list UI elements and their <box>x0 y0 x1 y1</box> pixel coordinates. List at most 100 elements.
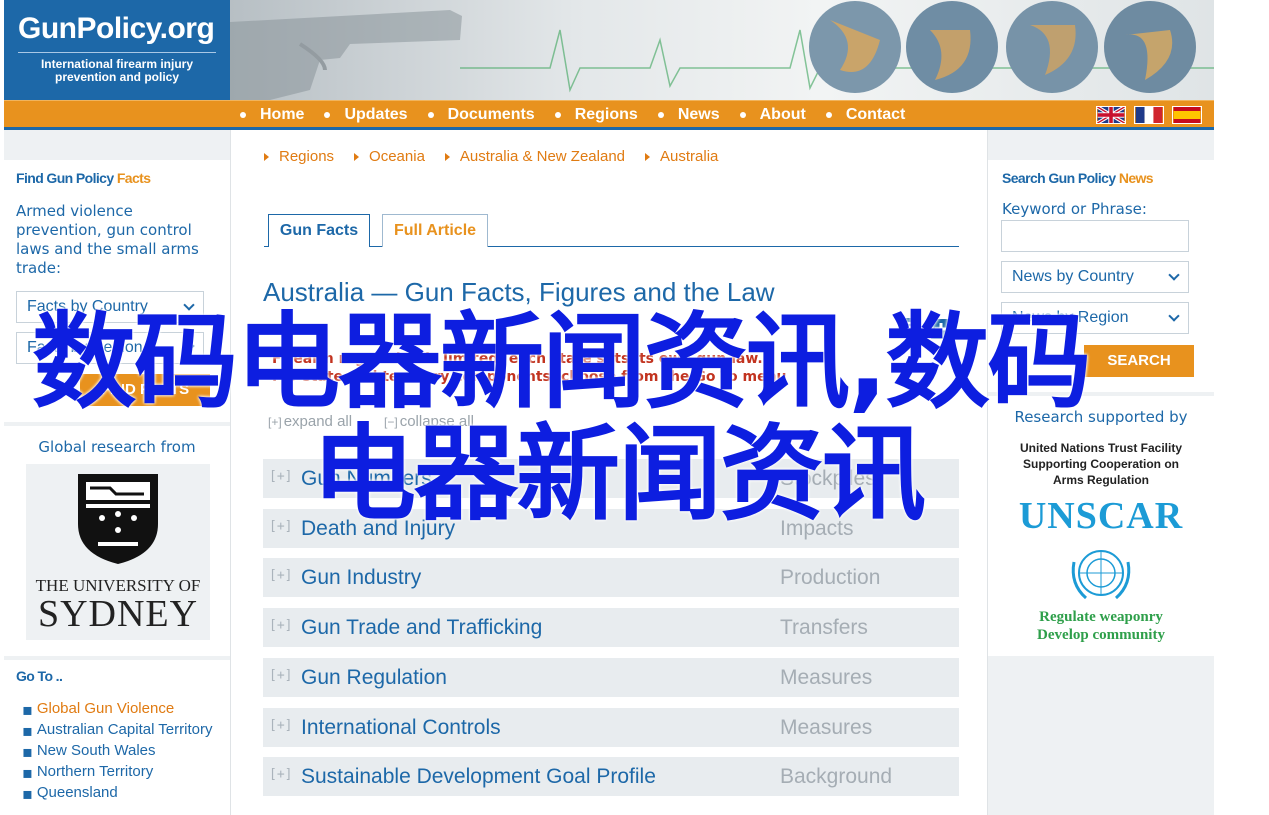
goto-item-label: Queensland <box>36 784 118 801</box>
goto-item-label: New South Wales <box>36 742 156 759</box>
globe-icons <box>809 1 1196 93</box>
uk-flag-icon[interactable] <box>1096 106 1126 124</box>
expand-icon: [+] <box>269 469 293 484</box>
un-line1: United Nations Trust Facility <box>1019 441 1183 455</box>
bullet-icon: ▪ <box>22 784 33 803</box>
caret-right-icon <box>645 152 651 161</box>
header-banner <box>230 0 1214 100</box>
unscar-tag2: Develop community <box>1037 627 1165 643</box>
goto-list: ▪ Global Gun Violence ▪ Australian Capital… <box>22 700 218 805</box>
nav-news[interactable]: News <box>657 106 720 124</box>
nav-bullet-icon <box>825 111 832 118</box>
news-by-country-value: News by Country <box>1012 268 1134 285</box>
nav-documents[interactable]: Documents <box>427 105 535 124</box>
nav-bullet-icon <box>554 111 561 118</box>
goto-item[interactable]: ▪ Global Gun Violence <box>22 700 218 719</box>
search-news-title-accent: News <box>1118 170 1154 186</box>
tab-full-article[interactable]: Full Article <box>382 214 488 247</box>
unscar-tagline: Regulate weaponry Develop community <box>988 608 1214 644</box>
section-category: Background <box>780 765 893 788</box>
pistol-icon <box>230 10 462 100</box>
nav-home[interactable]: Home <box>240 106 304 124</box>
breadcrumb-item[interactable]: Australia & New Zealand <box>444 148 626 165</box>
goto-item[interactable]: ▪ Australian Capital Territory <box>22 721 218 740</box>
content-tabs: Gun Facts Full Article <box>264 214 959 247</box>
expand-icon: [+] <box>269 618 293 633</box>
breadcrumb-label: Australia <box>660 148 719 165</box>
goto-item[interactable]: ▪ New South Wales <box>22 742 218 761</box>
breadcrumb-item[interactable]: Australia <box>645 148 718 165</box>
expand-icon: [+] <box>269 767 293 782</box>
breadcrumb-label: Australia & New Zealand <box>459 148 626 165</box>
global-research-label: Global research from <box>38 438 196 456</box>
nav-updates-label: Updates <box>344 105 408 123</box>
keyword-label: Keyword or Phrase: <box>1002 200 1147 218</box>
search-button[interactable]: SEARCH <box>1084 345 1194 377</box>
section-label: Gun Industry <box>301 566 422 589</box>
nav-regions-label: Regions <box>574 105 638 123</box>
unscar-logo-text[interactable]: UNSCAR <box>988 494 1214 538</box>
expand-icon: [+] <box>269 568 293 583</box>
section-label: International Controls <box>301 716 501 739</box>
nav-documents-label: Documents <box>447 105 535 123</box>
expand-icon: [+] <box>269 718 293 733</box>
tab-gun-facts[interactable]: Gun Facts <box>268 214 370 247</box>
section-label: Sustainable Development Goal Profile <box>301 765 656 788</box>
nav-items: Home Updates Documents Regions News Abou… <box>240 101 925 128</box>
university-logo[interactable]: THE UNIVERSITY OF SYDNEY <box>26 464 210 640</box>
caret-right-icon <box>444 152 450 161</box>
nav-bullet-icon <box>240 111 246 118</box>
breadcrumb-item[interactable]: Regions <box>264 148 334 165</box>
site-logo[interactable]: GunPolicy.org International firearm inju… <box>4 0 230 100</box>
university-panel: Global research from THE UNIVERSITY OF S… <box>4 426 230 656</box>
section-category: Production <box>780 566 881 589</box>
banner-illustration <box>230 1 1214 100</box>
un-trust-facility-text: United Nations Trust Facility Supporting… <box>988 440 1214 488</box>
section-row[interactable]: [+] Gun Regulation Measures <box>263 658 959 698</box>
watermark-line1: 数码电器新闻资讯,数码 <box>32 301 1092 423</box>
nav-contact-label: Contact <box>845 105 906 123</box>
un-line2: Supporting Cooperation on <box>1023 457 1179 471</box>
find-facts-title: Find Gun Policy Facts <box>16 170 151 186</box>
chevron-down-icon <box>1168 310 1180 322</box>
nav-bullet-icon <box>427 111 434 118</box>
watermark-line2: 电器新闻资讯 <box>312 413 926 535</box>
breadcrumb-item[interactable]: Oceania <box>354 148 425 165</box>
nav-bullet-icon <box>324 111 331 118</box>
nav-home-label: Home <box>260 105 305 123</box>
section-row[interactable]: [+] Gun Trade and Trafficking Transfers <box>263 608 959 648</box>
find-facts-description: Armed violence prevention, gun control l… <box>16 202 199 277</box>
nav-bullet-icon <box>657 111 664 118</box>
search-news-title: Search Gun Policy News <box>1002 170 1154 186</box>
goto-title: Go To .. <box>16 668 63 684</box>
section-row[interactable]: [+] Gun Industry Production <box>263 558 959 598</box>
bullet-icon: ▪ <box>22 763 33 782</box>
search-news-title-main: Search Gun Policy <box>1002 170 1119 186</box>
main-nav: Home Updates Documents Regions News Abou… <box>4 100 1214 130</box>
nav-about-label: About <box>759 105 806 123</box>
goto-item[interactable]: ▪ Northern Territory <box>22 763 218 782</box>
spain-flag-icon[interactable] <box>1172 106 1202 124</box>
section-row[interactable]: [+] International Controls Measures <box>263 708 959 748</box>
section-row[interactable]: [+] Sustainable Development Goal Profile B… <box>263 757 959 797</box>
section-label: Gun Trade and Trafficking <box>301 616 543 639</box>
france-flag-icon[interactable] <box>1134 106 1164 124</box>
nav-about[interactable]: About <box>739 105 806 124</box>
caret-right-icon <box>354 152 360 161</box>
site-header: GunPolicy.org International firearm inju… <box>4 0 1214 100</box>
language-flags <box>1096 106 1210 124</box>
nav-regions[interactable]: Regions <box>554 105 638 124</box>
news-by-country-select[interactable]: News by Country <box>1001 261 1189 293</box>
logo-tagline: International firearm injury prevention … <box>4 58 230 84</box>
keyword-input[interactable] <box>1001 220 1189 252</box>
find-facts-title-accent: Facts <box>116 170 151 186</box>
nav-contact[interactable]: Contact <box>825 105 906 124</box>
goto-item[interactable]: ▪ Queensland <box>22 784 218 803</box>
bullet-icon: ▪ <box>22 700 33 719</box>
un-emblem-icon <box>1071 550 1131 600</box>
unscar-tag1: Regulate weaponry <box>1039 609 1163 625</box>
breadcrumb-label: Oceania <box>369 148 425 165</box>
expand-icon: [+] <box>269 519 293 534</box>
bullet-icon: ▪ <box>22 721 33 740</box>
nav-updates[interactable]: Updates <box>324 105 408 124</box>
